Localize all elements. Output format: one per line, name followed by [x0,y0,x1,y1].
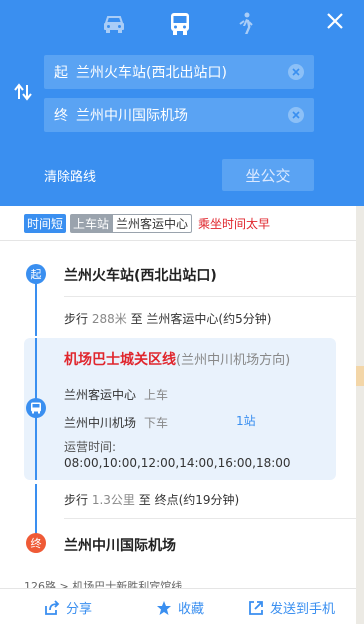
start-badge: 起 [26,264,46,284]
clear-start-button[interactable] [288,64,304,80]
operating-time-label: 运营时间: [64,440,117,454]
board-action: 上车 [144,388,169,402]
end-value: 兰州中川国际机场 [76,108,188,124]
plan-tags: 时间短 上车站 兰州客运中心 乘坐时间太早 [24,214,270,233]
operating-times: 08:00,10:00,12:00,14:00,16:00,18:00 [64,456,291,470]
close-button[interactable] [322,8,348,34]
board-station: 兰州客运中心 [64,388,137,402]
walk-suffix: 至 终点(约19分钟) [138,493,240,507]
share-icon [45,599,60,615]
board-station-tag: 兰州客运中心 [112,214,193,233]
walk-segment-1: 步行 288米 至 兰州客运中心(约5分钟) [64,310,271,327]
bus-icon [171,13,189,35]
swap-icon [14,83,32,101]
clear-icon [292,111,300,119]
walk-prefix: 步行 [64,493,89,507]
mode-tabs [0,0,364,46]
end-tag: 终 [54,108,68,124]
car-mode-tab[interactable] [100,10,128,38]
end-badge: 终 [26,533,46,553]
share-button[interactable]: 分享 [44,598,92,617]
send-to-phone-icon [249,600,263,615]
bottom-action-bar: 分享 收藏 发送到手机 [0,588,356,624]
separator [64,518,356,519]
walk-prefix: 步行 [64,312,89,326]
start-field[interactable]: 起 兰州火车站(西北出站口) [44,55,314,89]
start-stop-name: 兰州火车站(西北出站口) [64,268,217,284]
timeline-line [35,484,37,540]
clear-route-link[interactable]: 清除路线 [44,166,96,185]
clear-end-button[interactable] [288,107,304,123]
fast-tag: 时间短 [24,214,67,233]
walk-distance: 288米 [91,312,127,326]
next-plan-peek[interactable]: 126路 > 机场巴士新胜利宾馆线 [24,578,182,588]
bus-badge [26,398,46,418]
alight-station: 兰州中川机场 [64,416,137,430]
stops-count[interactable]: 1站 [236,412,256,429]
map-fragment [356,366,364,386]
favorite-button[interactable]: 收藏 [156,598,204,617]
board-row: 兰州客运中心 上车 [64,386,168,403]
walk-icon [239,12,253,34]
bus-line-title: 机场巴士城关区线(兰州中川机场方向) [64,349,290,369]
close-icon [327,13,343,29]
end-field[interactable]: 终 兰州中川国际机场 [44,98,314,132]
star-icon [157,600,171,615]
alight-action: 下车 [144,416,169,430]
favorite-label: 收藏 [178,602,205,617]
car-icon [104,16,124,33]
bus-line-direction: (兰州中川机场方向) [176,353,291,368]
bus-segment-card[interactable]: 机场巴士城关区线(兰州中川机场方向) 兰州客运中心 上车 兰州中川机场 下车 1站 … [24,338,336,480]
walk-segment-2: 步行 1.3公里 至 终点(约19分钟) [64,491,239,508]
board-label-tag: 上车站 [70,214,113,233]
timeline-line [35,282,37,336]
send-to-phone-button[interactable]: 发送到手机 [248,598,335,617]
clear-icon [292,68,300,76]
send-label: 发送到手机 [270,602,336,617]
start-value: 兰州火车站(西北出站口) [76,65,227,81]
walk-suffix: 至 兰州客运中心(约5分钟) [130,312,272,326]
divider [0,240,356,241]
route-panel: 起 兰州火车站(西北出站口) 终 兰州中川国际机场 清除路线 坐公交 [0,0,364,206]
share-label: 分享 [66,602,93,617]
alight-row: 兰州中川机场 下车 [64,414,168,431]
separator [64,296,356,297]
bus-mode-tab[interactable] [166,10,194,38]
take-bus-button[interactable]: 坐公交 [222,159,314,191]
walk-mode-tab[interactable] [232,10,260,38]
swap-button[interactable] [12,82,34,102]
start-tag: 起 [54,65,68,81]
end-stop-name: 兰州中川国际机场 [64,538,176,554]
bus-icon [31,402,41,414]
bus-line-name: 机场巴士城关区线 [64,352,176,368]
walk-distance: 1.3公里 [91,493,135,507]
warning-tag: 乘坐时间太早 [198,217,271,231]
map-edge [356,206,364,624]
